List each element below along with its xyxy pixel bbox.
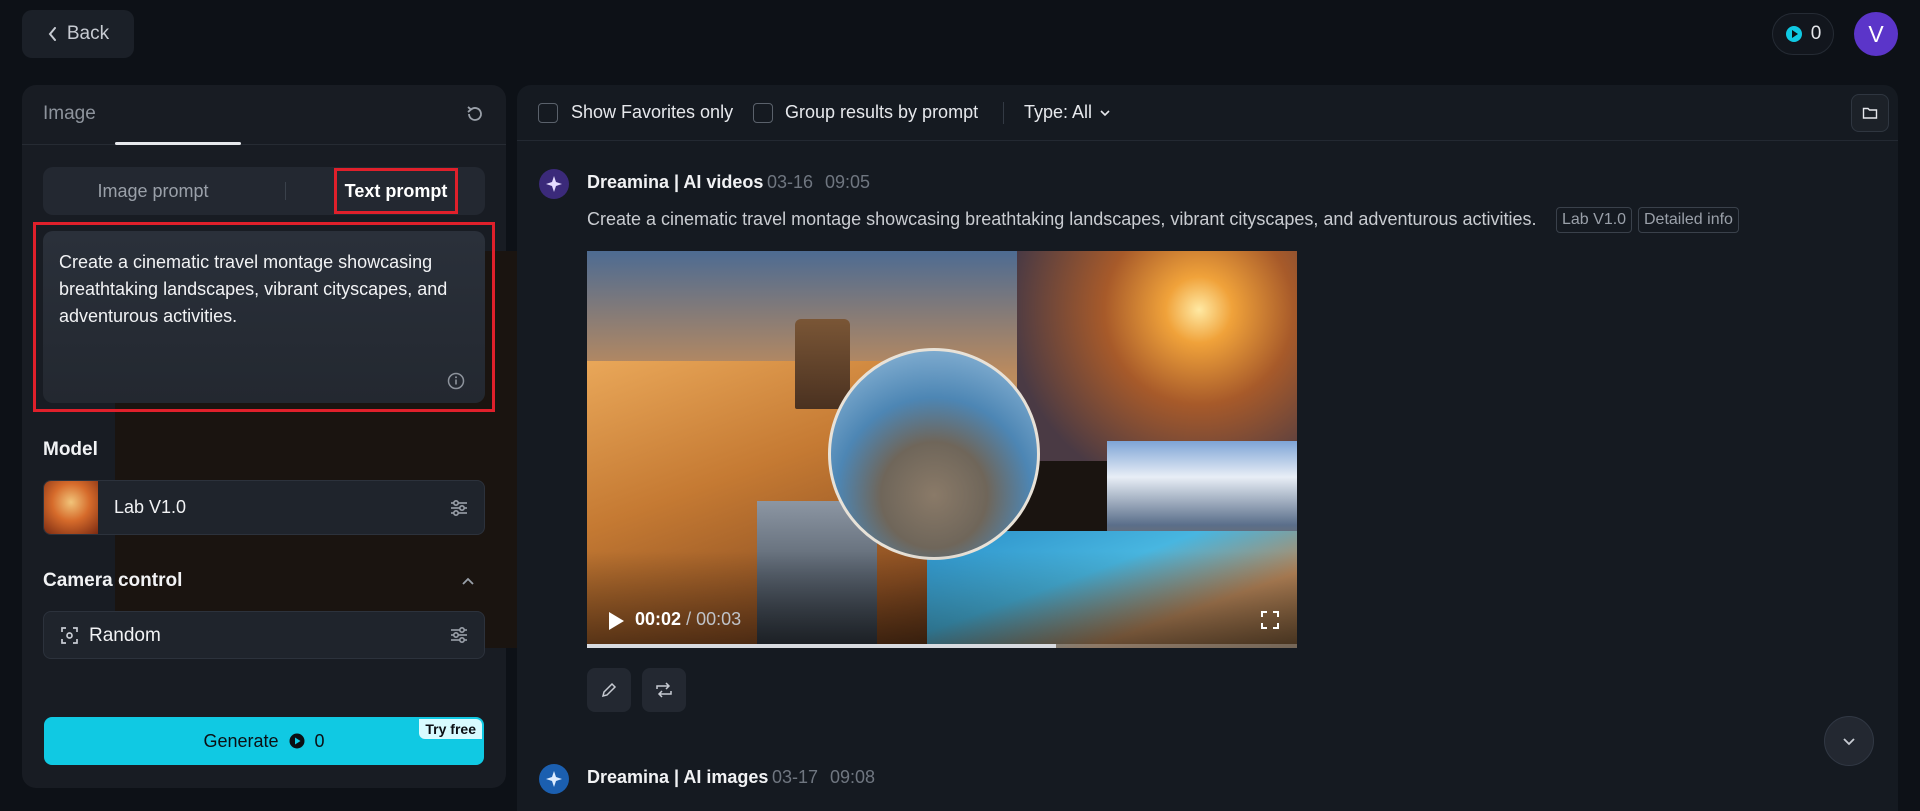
model-name: Lab V1.0 <box>114 497 187 517</box>
chevron-up-icon[interactable] <box>459 573 477 591</box>
tab-active-indicator <box>115 142 241 145</box>
model-selector[interactable]: Lab V1.0 <box>43 480 485 535</box>
chevron-left-icon <box>48 27 56 41</box>
settings-sliders-icon[interactable] <box>449 625 469 645</box>
info-icon[interactable] <box>446 371 466 391</box>
video-frame-sunset <box>1017 251 1297 461</box>
chevron-down-icon <box>1843 738 1855 746</box>
favorites-checkbox[interactable] <box>538 103 558 123</box>
fullscreen-icon[interactable] <box>1261 611 1279 629</box>
video-current-time: 00:02 <box>635 609 682 629</box>
repeat-icon <box>656 682 672 698</box>
camera-control-value: Random <box>89 625 161 646</box>
dreamina-avatar-icon <box>539 764 569 794</box>
post-author: Dreamina | AI videos <box>587 172 764 192</box>
post-prompt: Create a cinematic travel montage showca… <box>587 209 1537 229</box>
video-progress-fill <box>587 644 1056 648</box>
video-time: 00:02 / 00:03 <box>635 609 741 630</box>
generation-panel: Image Generate video Image prompt Text p… <box>22 85 825 788</box>
generate-cost: 0 <box>314 730 325 751</box>
results-panel: Show Favorites only Group results by pro… <box>517 85 1898 811</box>
image-prompt-option[interactable]: Image prompt <box>43 167 263 215</box>
divider <box>1003 102 1004 124</box>
tab-image[interactable]: Image <box>43 103 96 125</box>
post-date: 03-16 <box>767 172 814 192</box>
prompt-text[interactable]: Create a cinematic travel montage showca… <box>59 249 469 330</box>
model-thumbnail <box>44 481 98 534</box>
scroll-down-button[interactable] <box>1824 716 1874 766</box>
camera-control-label: Camera control <box>43 570 183 591</box>
video-progress-track[interactable] <box>587 644 1297 648</box>
prompt-mode-switch: Image prompt Text prompt <box>43 167 485 215</box>
generate-button[interactable]: Generate 0 Try free <box>44 717 484 765</box>
filter-bar: Show Favorites only Group results by pro… <box>517 85 1898 141</box>
dreamina-avatar-icon <box>539 169 569 199</box>
pencil-icon <box>601 682 617 698</box>
video-total-time: / 00:03 <box>686 609 742 629</box>
credit-coin-icon <box>289 733 305 749</box>
text-prompt-option[interactable]: Text prompt <box>334 168 458 214</box>
post-time: 09:08 <box>830 767 876 787</box>
post-time: 09:05 <box>825 172 871 192</box>
post-date: 03-17 <box>772 767 819 787</box>
prompt-textarea[interactable]: Create a cinematic travel montage showca… <box>43 231 485 403</box>
avatar[interactable]: V <box>1854 12 1898 56</box>
favorites-label[interactable]: Show Favorites only <box>571 102 733 123</box>
post-author: Dreamina | AI images <box>587 767 769 787</box>
model-label: Model <box>43 439 98 460</box>
mode-tabs: Image Generate video <box>22 85 825 648</box>
group-by-prompt-label[interactable]: Group results by prompt <box>785 102 978 123</box>
divider <box>285 182 286 200</box>
video-frame-circle-city <box>828 348 1040 560</box>
folder-icon <box>1862 107 1878 119</box>
video-player[interactable]: 00:02 / 00:03 <box>587 251 1297 648</box>
reset-icon[interactable] <box>462 101 488 127</box>
edit-button[interactable] <box>587 668 631 712</box>
generate-label: Generate <box>203 730 279 751</box>
credit-coin-icon <box>1785 26 1802 42</box>
chevron-down-icon <box>1100 109 1110 116</box>
camera-focus-icon <box>61 627 78 644</box>
model-tag: Lab V1.0 <box>1556 207 1633 233</box>
play-icon[interactable] <box>607 611 625 631</box>
back-label: Back <box>66 23 110 44</box>
video-controls-shade <box>587 551 1297 648</box>
regenerate-button[interactable] <box>642 668 686 712</box>
settings-sliders-icon[interactable] <box>449 498 469 518</box>
type-filter-dropdown[interactable]: Type: All <box>1024 102 1112 123</box>
back-button[interactable]: Back <box>22 10 134 58</box>
video-frame-rock <box>795 319 850 409</box>
try-free-badge: Try free <box>419 719 482 739</box>
credits-badge[interactable]: 0 <box>1772 13 1834 55</box>
group-by-prompt-checkbox[interactable] <box>753 103 773 123</box>
camera-control-selector[interactable]: Random <box>43 611 485 659</box>
credits-count: 0 <box>1810 23 1822 44</box>
type-filter-label: Type: All <box>1024 102 1093 122</box>
folder-button[interactable] <box>1851 94 1889 132</box>
detailed-info-tag[interactable]: Detailed info <box>1638 207 1739 233</box>
